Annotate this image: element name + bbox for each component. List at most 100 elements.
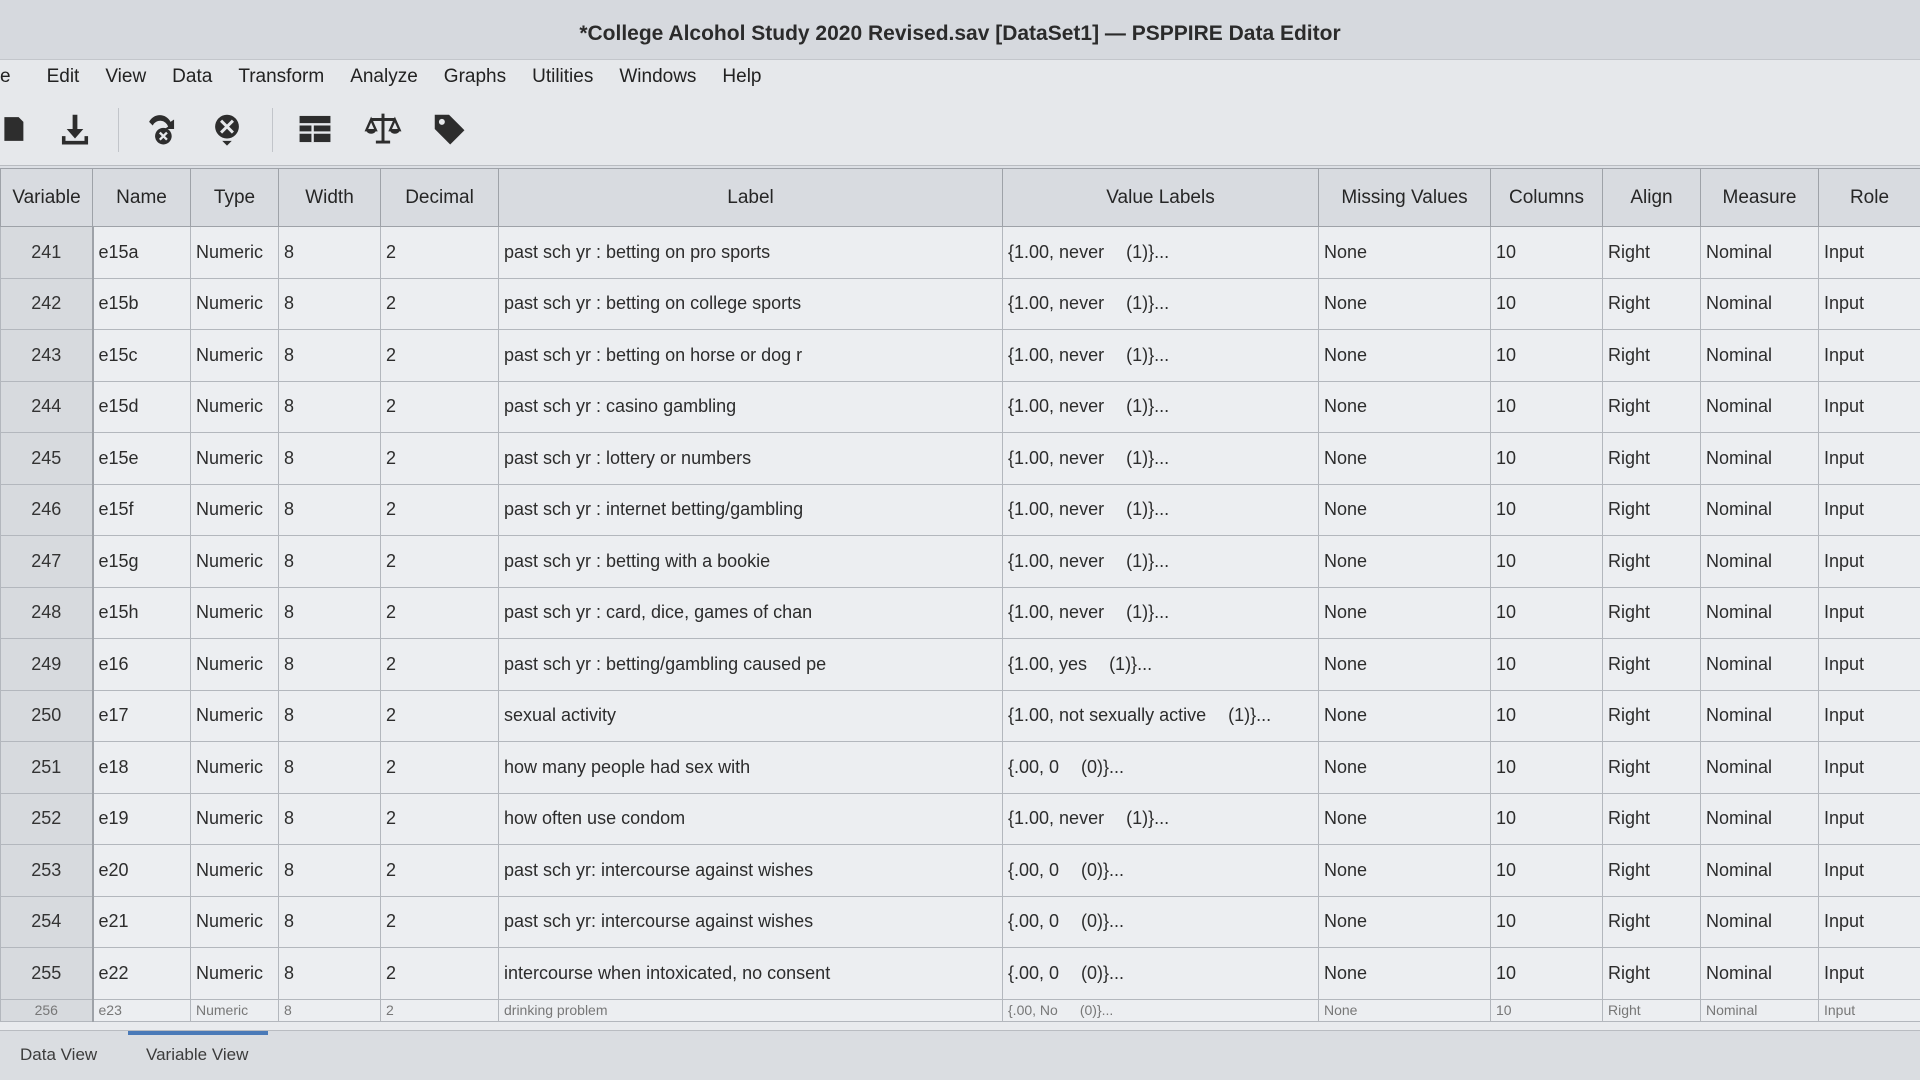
decimal-cell[interactable]: 2 <box>380 226 499 279</box>
columns-cell[interactable]: 10 <box>1490 638 1603 691</box>
menu-windows[interactable]: Windows <box>619 66 696 88</box>
align-cell[interactable]: Right <box>1602 844 1701 897</box>
column-header-label[interactable]: Label <box>498 168 1003 227</box>
missing-values-cell[interactable]: None <box>1318 998 1491 1022</box>
menu-view[interactable]: View <box>105 66 146 88</box>
name-cell[interactable]: e19 <box>92 792 191 845</box>
type-cell[interactable]: Numeric <box>190 792 279 845</box>
column-header-align[interactable]: Align <box>1602 168 1701 227</box>
measure-cell[interactable]: Nominal <box>1700 689 1819 742</box>
value-labels-cell[interactable]: {.00, 0 (0)}... <box>1002 895 1319 948</box>
measure-cell[interactable]: Nominal <box>1700 226 1819 279</box>
type-cell[interactable]: Numeric <box>190 535 279 588</box>
value-labels-cell[interactable]: {.00, 0 (0)}... <box>1002 741 1319 794</box>
variable-number[interactable]: 254 <box>0 895 94 948</box>
missing-values-cell[interactable]: None <box>1318 895 1491 948</box>
columns-cell[interactable]: 10 <box>1490 535 1603 588</box>
measure-cell[interactable]: Nominal <box>1700 535 1819 588</box>
menu-e[interactable]: e <box>0 66 11 88</box>
columns-cell[interactable]: 10 <box>1490 329 1603 382</box>
value-labels-cell[interactable]: {1.00, never (1)}... <box>1002 483 1319 536</box>
align-cell[interactable]: Right <box>1602 741 1701 794</box>
menu-help[interactable]: Help <box>722 66 761 88</box>
columns-cell[interactable]: 10 <box>1490 998 1603 1022</box>
role-cell[interactable]: Input <box>1818 329 1920 382</box>
measure-cell[interactable]: Nominal <box>1700 741 1819 794</box>
decimal-cell[interactable]: 2 <box>380 586 499 639</box>
align-cell[interactable]: Right <box>1602 432 1701 485</box>
missing-values-cell[interactable]: None <box>1318 277 1491 330</box>
value-labels-cell[interactable]: {1.00, never (1)}... <box>1002 792 1319 845</box>
label-cell[interactable]: past sch yr : betting/gambling caused pe <box>498 638 1003 691</box>
value-labels-cell[interactable]: {1.00, never (1)}... <box>1002 380 1319 433</box>
label-cell[interactable]: past sch yr : casino gambling <box>498 380 1003 433</box>
role-cell[interactable]: Input <box>1818 741 1920 794</box>
split-file-icon[interactable] <box>294 108 336 150</box>
variable-number[interactable]: 246 <box>0 483 94 536</box>
columns-cell[interactable]: 10 <box>1490 895 1603 948</box>
variable-number[interactable]: 243 <box>0 329 94 382</box>
align-cell[interactable]: Right <box>1602 329 1701 382</box>
menu-transform[interactable]: Transform <box>238 66 324 88</box>
decimal-cell[interactable]: 2 <box>380 741 499 794</box>
align-cell[interactable]: Right <box>1602 998 1701 1022</box>
width-cell[interactable]: 8 <box>278 277 381 330</box>
width-cell[interactable]: 8 <box>278 638 381 691</box>
role-cell[interactable]: Input <box>1818 483 1920 536</box>
measure-cell[interactable]: Nominal <box>1700 432 1819 485</box>
variable-number[interactable]: 252 <box>0 792 94 845</box>
menu-data[interactable]: Data <box>172 66 212 88</box>
value-labels-cell[interactable]: {.00, No (0)}... <box>1002 998 1319 1022</box>
missing-values-cell[interactable]: None <box>1318 844 1491 897</box>
align-cell[interactable]: Right <box>1602 638 1701 691</box>
type-cell[interactable]: Numeric <box>190 895 279 948</box>
value-labels-cell[interactable]: {1.00, never (1)}... <box>1002 329 1319 382</box>
type-cell[interactable]: Numeric <box>190 998 279 1022</box>
value-labels-cell[interactable]: {1.00, never (1)}... <box>1002 586 1319 639</box>
name-cell[interactable]: e15h <box>92 586 191 639</box>
columns-cell[interactable]: 10 <box>1490 792 1603 845</box>
column-header-missing-values[interactable]: Missing Values <box>1318 168 1491 227</box>
measure-cell[interactable]: Nominal <box>1700 483 1819 536</box>
type-cell[interactable]: Numeric <box>190 844 279 897</box>
label-cell[interactable]: how many people had sex with <box>498 741 1003 794</box>
role-cell[interactable]: Input <box>1818 277 1920 330</box>
missing-values-cell[interactable]: None <box>1318 329 1491 382</box>
width-cell[interactable]: 8 <box>278 380 381 433</box>
width-cell[interactable]: 8 <box>278 689 381 742</box>
align-cell[interactable]: Right <box>1602 535 1701 588</box>
name-cell[interactable]: e15e <box>92 432 191 485</box>
measure-cell[interactable]: Nominal <box>1700 895 1819 948</box>
align-cell[interactable]: Right <box>1602 483 1701 536</box>
columns-cell[interactable]: 10 <box>1490 277 1603 330</box>
save-icon[interactable] <box>54 108 96 150</box>
decimal-cell[interactable]: 2 <box>380 380 499 433</box>
name-cell[interactable]: e15g <box>92 535 191 588</box>
missing-values-cell[interactable]: None <box>1318 741 1491 794</box>
name-cell[interactable]: e15a <box>92 226 191 279</box>
type-cell[interactable]: Numeric <box>190 586 279 639</box>
align-cell[interactable]: Right <box>1602 792 1701 845</box>
role-cell[interactable]: Input <box>1818 947 1920 1000</box>
label-cell[interactable]: past sch yr : betting on college sports <box>498 277 1003 330</box>
align-cell[interactable]: Right <box>1602 586 1701 639</box>
width-cell[interactable]: 8 <box>278 329 381 382</box>
decimal-cell[interactable]: 2 <box>380 689 499 742</box>
width-cell[interactable]: 8 <box>278 947 381 1000</box>
missing-values-cell[interactable]: None <box>1318 483 1491 536</box>
value-labels-cell[interactable]: {1.00, never (1)}... <box>1002 535 1319 588</box>
align-cell[interactable]: Right <box>1602 689 1701 742</box>
measure-cell[interactable]: Nominal <box>1700 792 1819 845</box>
role-cell[interactable]: Input <box>1818 689 1920 742</box>
role-cell[interactable]: Input <box>1818 226 1920 279</box>
width-cell[interactable]: 8 <box>278 792 381 845</box>
variable-number[interactable]: 251 <box>0 741 94 794</box>
decimal-cell[interactable]: 2 <box>380 947 499 1000</box>
label-cell[interactable]: past sch yr : betting with a bookie <box>498 535 1003 588</box>
type-cell[interactable]: Numeric <box>190 638 279 691</box>
label-cell[interactable]: past sch yr : card, dice, games of chan <box>498 586 1003 639</box>
name-cell[interactable]: e15c <box>92 329 191 382</box>
width-cell[interactable]: 8 <box>278 844 381 897</box>
label-cell[interactable]: sexual activity <box>498 689 1003 742</box>
measure-cell[interactable]: Nominal <box>1700 844 1819 897</box>
